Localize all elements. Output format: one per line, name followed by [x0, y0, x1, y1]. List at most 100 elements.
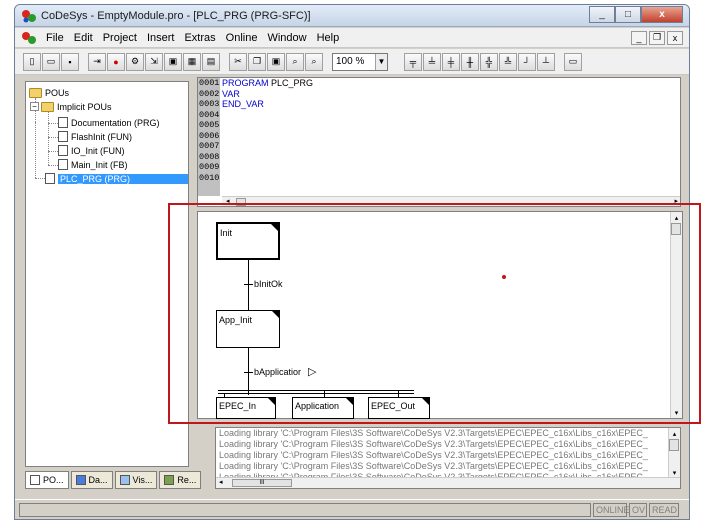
find-icon[interactable]: ⌕	[286, 52, 304, 71]
line-number: 0005	[199, 120, 220, 130]
tree-item-plc-prg[interactable]: PLC_PRG (PRG)	[45, 172, 188, 185]
tab-data-types[interactable]: Da...	[70, 471, 113, 489]
menu-extras[interactable]: Extras	[179, 32, 220, 44]
zoom-select[interactable]: 100 % ▼	[332, 52, 388, 71]
scroll-up-icon[interactable]: ▴	[669, 428, 680, 439]
monitor-icon[interactable]: ▤	[202, 52, 220, 71]
macro-icon[interactable]: ▭	[564, 52, 582, 71]
step-icon[interactable]: ⇲	[145, 52, 163, 71]
code-name: PLC_PRG	[271, 78, 314, 88]
mdi-restore-button[interactable]: ❐	[649, 30, 665, 45]
maximize-button[interactable]: □	[615, 6, 641, 23]
close-button[interactable]: x	[641, 6, 683, 23]
declaration-editor[interactable]: 0001 0002 0003 0004 0005 0006 0007 0008 …	[197, 77, 681, 207]
status-online: ONLINE	[593, 503, 630, 517]
insert-step-icon[interactable]: ┘	[518, 52, 536, 71]
data-types-tab-icon	[75, 475, 86, 485]
status-read: READ	[649, 503, 679, 517]
menu-help[interactable]: Help	[312, 32, 345, 44]
menu-project[interactable]: Project	[98, 32, 142, 44]
line-number: 0009	[199, 162, 220, 172]
menu-edit[interactable]: Edit	[69, 32, 98, 44]
run-icon[interactable]: ⚙	[126, 52, 144, 71]
function-block-icon	[58, 159, 68, 170]
folder-icon	[41, 101, 54, 112]
tab-label: PO...	[43, 475, 64, 485]
alternative-branch-icon[interactable]: ╪	[442, 52, 460, 71]
codesys-app-icon	[22, 10, 36, 23]
document-icon	[58, 131, 68, 142]
message-line: Loading library 'C:\Program Files\3S Sof…	[219, 450, 648, 460]
status-bar: ONLINE OV READ	[15, 499, 689, 519]
scroll-left-icon[interactable]: ◂	[219, 478, 223, 486]
pou-tree: POUs − Implicit POUs Documentation (PRG)…	[25, 81, 189, 467]
line-number: 0004	[199, 109, 220, 120]
tree-item-implicit-pous[interactable]: − Implicit POUs	[30, 100, 112, 113]
collapse-icon[interactable]: −	[30, 102, 39, 111]
line-number: 0003	[199, 99, 220, 109]
new-icon[interactable]: ▯	[23, 52, 41, 71]
step-transition-after-icon[interactable]: ╧	[423, 52, 441, 71]
tree-item-main-init[interactable]: Main_Init (FB)	[58, 158, 128, 171]
transition-jump-icon[interactable]: ╩	[499, 52, 517, 71]
tree-label-implicit-pous: Implicit POUs	[57, 101, 112, 112]
tab-visualizations[interactable]: Vis...	[114, 471, 158, 489]
declaration-code: PROGRAM PLC_PRG VAR END_VAR	[222, 78, 313, 110]
folder-icon	[29, 87, 42, 98]
step-transition-before-icon[interactable]: ╤	[404, 52, 422, 71]
tab-label: Vis...	[132, 475, 153, 485]
tree-item-pous[interactable]: POUs	[29, 86, 69, 99]
message-window[interactable]: Loading library 'C:\Program Files\3S Sof…	[215, 427, 681, 489]
paste-icon[interactable]: ▣	[267, 52, 285, 71]
document-app-icon[interactable]	[21, 31, 37, 45]
code-line: END_VAR	[222, 99, 264, 109]
highlight-annotation-box	[168, 203, 701, 424]
tab-resources[interactable]: Re...	[159, 471, 202, 489]
mdi-close-button[interactable]: x	[667, 30, 683, 45]
message-hscrollbar[interactable]: ◂ III	[216, 477, 680, 488]
line-number: 0001	[199, 78, 220, 88]
find-next-icon[interactable]: ⌕	[305, 52, 323, 71]
tab-label: Da...	[88, 475, 108, 485]
insert-transition-icon[interactable]: ┴	[537, 52, 555, 71]
tree-label: IO_Init (FUN)	[71, 145, 125, 156]
menu-bar: File Edit Project Insert Extras Online W…	[15, 28, 689, 48]
login-icon[interactable]: ⇥	[88, 52, 106, 71]
scroll-thumb[interactable]	[669, 439, 679, 451]
tab-pous[interactable]: PO...	[25, 471, 69, 489]
menu-insert[interactable]: Insert	[142, 32, 180, 44]
menu-window[interactable]: Window	[262, 32, 311, 44]
document-icon	[58, 145, 68, 156]
title-bar: CoDeSys - EmptyModule.pro - [PLC_PRG (PR…	[15, 5, 689, 27]
breakpoint-icon[interactable]: ▣	[164, 52, 182, 71]
toolbar: ▯ ▭ ▪ ⇥ ● ⚙ ⇲ ▣ ▦ ▤ ✂ ❐ ▣ ⌕ ⌕ 100 % ▼ ╤ …	[15, 49, 689, 75]
open-icon[interactable]: ▭	[42, 52, 60, 71]
code-line: VAR	[222, 88, 240, 99]
tree-item-io-init[interactable]: IO_Init (FUN)	[58, 144, 125, 157]
parallel-branch-icon[interactable]: ╫	[461, 52, 479, 71]
menu-file[interactable]: File	[41, 32, 69, 44]
tree-item-flashinit[interactable]: FlashInit (FUN)	[58, 130, 132, 143]
copy-icon[interactable]: ❐	[248, 52, 266, 71]
chevron-down-icon[interactable]: ▼	[375, 53, 387, 70]
scroll-thumb[interactable]: III	[232, 479, 292, 487]
pous-tab-icon	[30, 475, 40, 485]
mdi-minimize-button[interactable]: _	[631, 30, 647, 45]
stop-icon[interactable]: ●	[107, 52, 125, 71]
tree-item-documentation[interactable]: Documentation (PRG)	[58, 116, 160, 129]
menu-online[interactable]: Online	[221, 32, 263, 44]
line-number: 0007	[199, 141, 220, 151]
message-vscrollbar[interactable]: ▴ ▾	[668, 428, 680, 478]
minimize-button[interactable]: _	[589, 6, 615, 23]
tree-label-pous: POUs	[45, 87, 70, 98]
tree-label: Documentation (PRG)	[71, 117, 160, 128]
jump-icon[interactable]: ╬	[480, 52, 498, 71]
resources-tab-icon	[164, 475, 175, 485]
tree-label-selected: PLC_PRG (PRG)	[58, 173, 188, 184]
status-overwrite: OV	[629, 503, 647, 517]
cut-icon[interactable]: ✂	[229, 52, 247, 71]
status-message-field	[19, 503, 591, 517]
build-icon[interactable]: ▦	[183, 52, 201, 71]
save-icon[interactable]: ▪	[61, 52, 79, 71]
line-numbers: 0001 0002 0003 0004 0005 0006 0007 0008 …	[198, 78, 220, 196]
